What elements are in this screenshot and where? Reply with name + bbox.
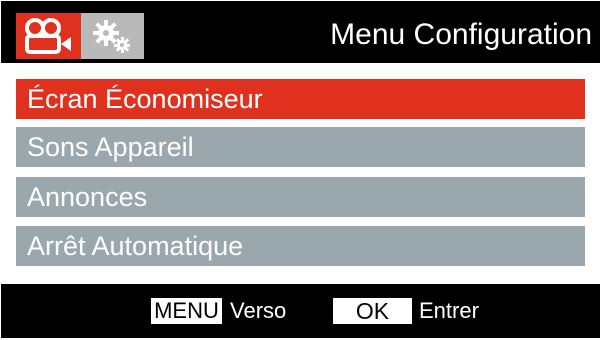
menu-item-device-sounds[interactable]: Sons Appareil <box>16 127 585 167</box>
menu-item-auto-power-off[interactable]: Arrêt Automatique <box>16 226 585 266</box>
menu-item-screen-saver[interactable]: Écran Économiseur <box>16 79 585 119</box>
menu-key-action-label: Verso <box>230 298 287 323</box>
device-screen: Menu Configuration Écran Économiseur Son… <box>1 1 600 338</box>
video-camera-icon <box>25 18 71 54</box>
menu-panel: Écran Économiseur Sons Appareil Annonces… <box>1 63 600 284</box>
ok-key[interactable]: OK <box>333 298 412 324</box>
ok-key-action-label: Entrer <box>419 298 479 323</box>
menu-item-announcements[interactable]: Annonces <box>16 177 585 217</box>
page-title: Menu Configuration <box>330 18 592 51</box>
tab-settings[interactable] <box>81 13 144 59</box>
footer-bar: MENU Verso OK Entrer <box>1 284 600 338</box>
menu-key[interactable]: MENU <box>151 298 222 324</box>
gears-icon <box>93 20 130 53</box>
header-bar: Menu Configuration <box>1 1 600 63</box>
tab-video[interactable] <box>16 13 81 59</box>
